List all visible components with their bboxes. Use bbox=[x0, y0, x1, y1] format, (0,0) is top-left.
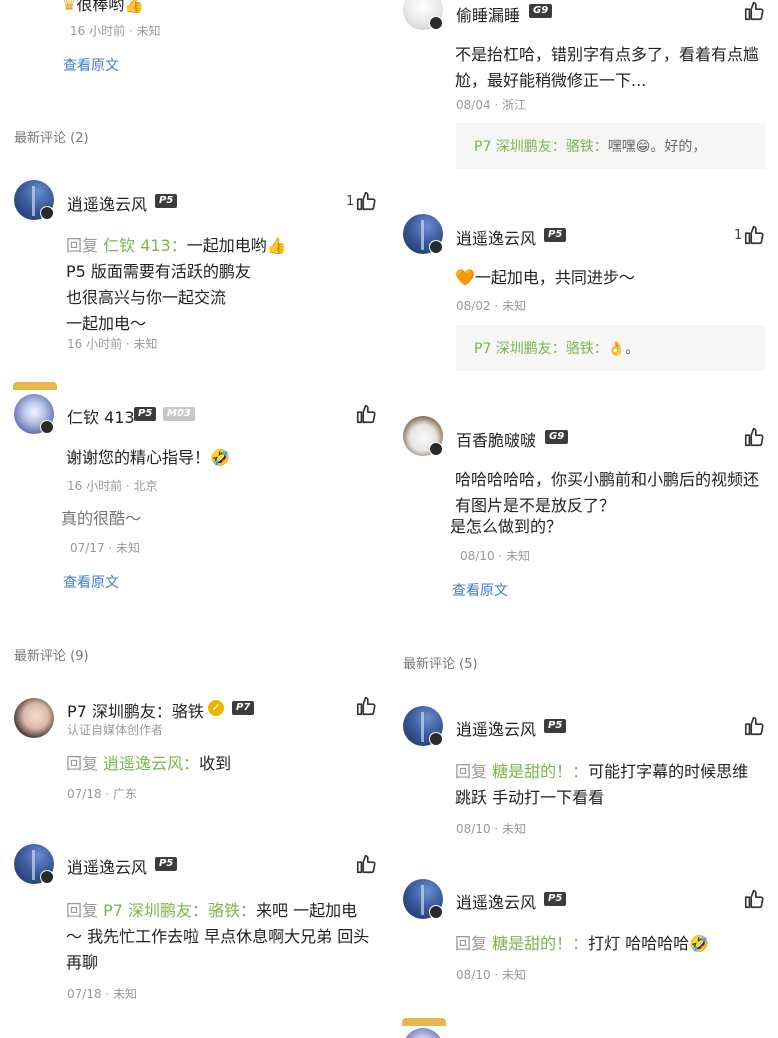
avatar-frame bbox=[13, 382, 57, 390]
avatar-badge-icon bbox=[429, 442, 443, 456]
thumbs-emoji-icon: 👍 bbox=[124, 0, 145, 14]
level-badge: G9 bbox=[545, 430, 569, 444]
thumbs-up-icon[interactable] bbox=[743, 0, 765, 22]
right-column: 偷睡漏睡 G9 不是抬杠哈，错别字有点多了，看着有点尴 尬，最好能稍微修正一下.… bbox=[389, 0, 778, 1038]
avatar-badge-icon bbox=[429, 905, 443, 919]
reply-target[interactable]: 仁钦 413： bbox=[103, 236, 187, 255]
comment-body: 回复 P7 深圳鹏友：骆铁：来吧 一起加电 ～ 我先忙工作去啦 早点休息啊大兄弟… bbox=[66, 901, 370, 972]
avatar-badge-icon bbox=[429, 732, 443, 746]
comment-meta: 08/02 · 未知 bbox=[456, 299, 527, 313]
level-badge: P5 bbox=[155, 857, 178, 871]
comment-body: 回复 糖是甜的！：打灯 哈哈哈哈🤣 bbox=[455, 934, 710, 953]
avatar-badge-icon bbox=[429, 240, 443, 254]
thumbs-up-icon[interactable] bbox=[355, 403, 377, 425]
thumbs-up-icon[interactable] bbox=[743, 224, 765, 246]
avatar[interactable] bbox=[14, 698, 54, 738]
level-badge: G9 bbox=[529, 4, 553, 18]
comment-meta: 16 小时前 · 未知 bbox=[70, 24, 161, 38]
username[interactable]: 逍遥逸云风 bbox=[67, 191, 147, 215]
quoted-comment: 真的很酷～ bbox=[61, 509, 142, 528]
level-badge: P5 bbox=[134, 407, 157, 421]
username[interactable]: P7 深圳鹏友：骆铁 bbox=[67, 698, 204, 722]
crown-icon: ♛ bbox=[62, 0, 77, 14]
comment-body: 回复 仁钦 413：一起加电哟👍 P5 版面需要有活跃的鹏友 也很高兴与你一起交… bbox=[66, 236, 287, 333]
user-subtitle: 认证自媒体创作者 bbox=[67, 723, 164, 737]
comment-meta: 08/04 · 浙江 bbox=[456, 98, 527, 112]
comment-meta: 07/18 · 未知 bbox=[67, 987, 138, 1001]
username[interactable]: 逍遥逸云风 bbox=[67, 854, 147, 878]
comment-body: 不是抬杠哈，错别字有点多了，看着有点尴 尬，最好能稍微修正一下... bbox=[455, 45, 760, 90]
level-badge: P5 bbox=[544, 892, 567, 906]
view-original-link[interactable]: 查看原文 bbox=[63, 55, 119, 75]
like-count: 1 bbox=[734, 228, 743, 243]
section-latest-comments: 最新评论 (5) bbox=[403, 657, 478, 672]
avatar-badge-icon bbox=[429, 16, 443, 30]
thumbs-up-icon[interactable] bbox=[743, 715, 765, 737]
username[interactable]: 百香脆啵啵 bbox=[456, 427, 536, 451]
avatar-badge-icon bbox=[40, 206, 54, 220]
comment-meta: 08/10 · 未知 bbox=[456, 968, 527, 982]
comment-meta: 07/18 · 广东 bbox=[67, 787, 138, 801]
reply-target[interactable]: 逍遥逸云风： bbox=[103, 754, 199, 773]
username[interactable]: 逍遥逸云风 bbox=[456, 225, 536, 249]
reply-target[interactable]: 糖是甜的！： bbox=[492, 762, 588, 781]
comment-body: 谢谢您的精心指导！🤣 bbox=[66, 448, 230, 467]
level-badge: P5 bbox=[155, 194, 178, 208]
comment-body-continued: 是怎么做到的？ bbox=[450, 517, 563, 536]
level-badge: P7 bbox=[232, 701, 255, 715]
left-column: ♛很棒哟👍 16 小时前 · 未知 查看原文 最新评论 (2) 逍遥逸云风 P5… bbox=[0, 0, 389, 1038]
thumbs-up-icon[interactable] bbox=[743, 888, 765, 910]
comment-body: 🧡一起加电，共同进步～ bbox=[455, 268, 635, 287]
comment-body: 哈哈哈哈哈，你买小鹏前和小鹏后的视频还 有图片是不是放反了？ bbox=[455, 470, 760, 515]
comment-meta: 16 小时前 · 未知 bbox=[67, 337, 158, 351]
comment-body: 回复 糖是甜的！：可能打字幕的时候思维 跳跃 手动打一下看看 bbox=[455, 762, 749, 807]
comment-fragment: ♛很棒哟👍 bbox=[62, 0, 144, 18]
avatar[interactable] bbox=[403, 1028, 443, 1038]
username[interactable]: 仁钦 413 bbox=[67, 404, 135, 428]
quoted-reply[interactable]: P7 深圳鹏友：骆铁： 👌。 bbox=[456, 325, 765, 371]
section-latest-comments: 最新评论 (9) bbox=[14, 649, 89, 664]
avatar-frame bbox=[402, 1018, 446, 1026]
medal-badge: M03 bbox=[163, 407, 195, 421]
thumbs-up-icon[interactable] bbox=[355, 853, 377, 875]
reply-target[interactable]: P7 深圳鹏友：骆铁： bbox=[103, 901, 256, 920]
level-badge: P5 bbox=[544, 228, 567, 242]
level-badge: P5 bbox=[544, 719, 567, 733]
section-latest-comments: 最新评论 (2) bbox=[14, 131, 89, 146]
avatar-badge-icon bbox=[40, 870, 54, 884]
comment-meta: 16 小时前 · 北京 bbox=[67, 479, 158, 493]
thumbs-up-icon[interactable] bbox=[355, 695, 377, 717]
view-original-link[interactable]: 查看原文 bbox=[452, 580, 508, 600]
username[interactable]: 偷睡漏睡 bbox=[456, 2, 520, 26]
username[interactable]: 逍遥逸云风 bbox=[456, 889, 536, 913]
like-count: 1 bbox=[346, 194, 355, 209]
quoted-meta: 07/17 · 未知 bbox=[70, 541, 141, 555]
reply-target[interactable]: 糖是甜的！： bbox=[492, 934, 588, 953]
quoted-reply[interactable]: P7 深圳鹏友：骆铁： 嘿嘿😁。好的， bbox=[456, 123, 765, 169]
username[interactable]: 逍遥逸云风 bbox=[456, 716, 536, 740]
comment-meta: 08/10 · 未知 bbox=[460, 549, 531, 563]
avatar-badge-icon bbox=[40, 420, 54, 434]
verified-icon: ✓ bbox=[208, 700, 224, 716]
thumbs-up-icon[interactable] bbox=[743, 426, 765, 448]
thumbs-up-icon[interactable] bbox=[355, 190, 377, 212]
comment-body: 回复 逍遥逸云风：收到 bbox=[66, 754, 232, 773]
comment-meta: 08/10 · 未知 bbox=[456, 822, 527, 836]
view-original-link[interactable]: 查看原文 bbox=[63, 572, 119, 592]
